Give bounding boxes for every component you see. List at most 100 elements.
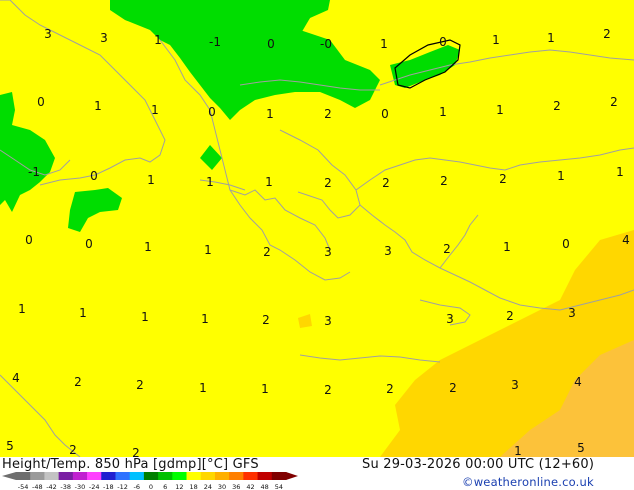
value-label: 1 xyxy=(514,444,522,457)
value-label: 1 xyxy=(147,173,155,187)
value-label: 4 xyxy=(574,375,582,389)
weather-map: 3 3 1 -1 0 -0 1 0 1 1 2 0 1 1 0 1 2 0 1 1 2 2 -1 0 1 1 1 2 2 2 2 1 1 0 0 1 1… xyxy=(0,0,634,457)
value-label: 1 xyxy=(503,240,511,254)
scale-tick-label: 42 xyxy=(246,483,254,490)
scale-tick-label: 48 xyxy=(261,483,269,490)
scale-swatch xyxy=(158,472,173,480)
value-label: 1 xyxy=(616,165,624,179)
scale-swatch xyxy=(58,472,74,480)
value-label: 2 xyxy=(610,95,618,109)
value-label: 2 xyxy=(324,176,332,190)
scale-swatch xyxy=(16,472,31,480)
scale-swatch xyxy=(200,472,216,480)
value-label: 2 xyxy=(382,176,390,190)
value-label: 2 xyxy=(506,309,514,323)
value-label: 4 xyxy=(12,371,20,385)
scale-swatch xyxy=(129,472,145,480)
value-label: 2 xyxy=(324,107,332,121)
scale-tick-label: -30 xyxy=(75,483,86,490)
value-label: 5 xyxy=(577,441,585,455)
scale-tick-label: -48 xyxy=(32,483,43,490)
value-label: 1 xyxy=(94,99,102,113)
valid-time: Su 29-03-2026 00:00 UTC (12+60) xyxy=(362,457,595,472)
scale-arrow-right xyxy=(286,472,298,480)
scale-tick-label: -12 xyxy=(117,483,128,490)
value-label: 2 xyxy=(440,174,448,188)
scale-tick-label: 36 xyxy=(232,483,240,490)
value-label: 1 xyxy=(492,33,500,47)
value-label: 3 xyxy=(324,245,332,259)
value-label: 1 xyxy=(201,312,209,326)
value-label: 1 xyxy=(151,103,159,117)
scale-swatch xyxy=(87,472,102,480)
value-label: 1 xyxy=(265,175,273,189)
value-label: 0 xyxy=(562,237,570,251)
value-label: 0 xyxy=(208,105,216,119)
value-label: 0 xyxy=(439,35,447,49)
value-label: 2 xyxy=(74,375,82,389)
scale-tick-label: -24 xyxy=(89,483,100,490)
scale-tick-label: 54 xyxy=(275,483,283,490)
scale-swatch xyxy=(214,472,230,480)
value-label: 1 xyxy=(141,310,149,324)
value-label: 0 xyxy=(25,233,33,247)
value-label: 2 xyxy=(263,245,271,259)
value-label: 0 xyxy=(381,107,389,121)
scale-arrow-left xyxy=(2,472,16,480)
scale-tick-label: 24 xyxy=(204,483,212,490)
credit-link[interactable]: ©weatheronline.co.uk xyxy=(462,475,594,489)
value-label: 3 xyxy=(324,314,332,328)
value-label: 1 xyxy=(144,240,152,254)
value-label: 1 xyxy=(18,302,26,316)
scale-tick-label: -18 xyxy=(103,483,114,490)
scale-swatch xyxy=(172,472,188,480)
value-label: 1 xyxy=(439,105,447,119)
scale-tick-label: -6 xyxy=(134,483,140,490)
scale-tick-label: -38 xyxy=(60,483,71,490)
value-label: -0 xyxy=(320,37,332,51)
value-label: 2 xyxy=(553,99,561,113)
value-label: 2 xyxy=(69,443,77,457)
value-label: 1 xyxy=(79,306,87,320)
value-label: 2 xyxy=(443,242,451,256)
value-label: 3 xyxy=(568,306,576,320)
value-label: -1 xyxy=(209,35,221,49)
value-label: 3 xyxy=(446,312,454,326)
value-label: 2 xyxy=(324,383,332,397)
value-label: 2 xyxy=(136,378,144,392)
value-label: 3 xyxy=(100,31,108,45)
value-label: 0 xyxy=(37,95,45,109)
value-label: 3 xyxy=(384,244,392,258)
scale-swatch xyxy=(44,472,60,480)
scale-tick-label: 12 xyxy=(175,483,183,490)
value-label: 1 xyxy=(199,381,207,395)
scale-swatch xyxy=(186,472,202,480)
scale-swatch xyxy=(271,472,287,480)
scale-tick-label: -42 xyxy=(46,483,57,490)
value-label: 2 xyxy=(449,381,457,395)
scale-tick-label: -54 xyxy=(18,483,29,490)
scale-tick-label: 30 xyxy=(218,483,226,490)
scale-swatch xyxy=(115,472,131,480)
scale-swatch xyxy=(101,472,116,480)
value-label: 0 xyxy=(90,169,98,183)
scale-swatch xyxy=(30,472,45,480)
value-label: 0 xyxy=(85,237,93,251)
scale-swatch xyxy=(72,472,88,480)
value-label: 1 xyxy=(496,103,504,117)
value-label: 1 xyxy=(547,31,555,45)
color-scale-legend: -54 -48 -42 -38 -30 -24 -18 -12 -6 0 6 12 18 24 30 36 42… xyxy=(2,472,298,490)
scale-swatch xyxy=(143,472,159,480)
scale-tick-label: 18 xyxy=(189,483,197,490)
scale-swatch xyxy=(243,472,259,480)
value-label: 2 xyxy=(132,446,140,457)
scale-tick-label: 6 xyxy=(163,483,167,490)
value-label: -1 xyxy=(28,165,40,179)
value-label: 2 xyxy=(499,172,507,186)
map-canvas: 3 3 1 -1 0 -0 1 0 1 1 2 0 1 1 0 1 2 0 1 1 2 2 -1 0 1 1 1 2 2 2 2 1 1 0 0 1 1… xyxy=(0,0,634,457)
value-label: 1 xyxy=(557,169,565,183)
value-label: 4 xyxy=(622,233,630,247)
value-label: 1 xyxy=(206,175,214,189)
value-label: 1 xyxy=(154,33,162,47)
value-label: 5 xyxy=(6,439,14,453)
